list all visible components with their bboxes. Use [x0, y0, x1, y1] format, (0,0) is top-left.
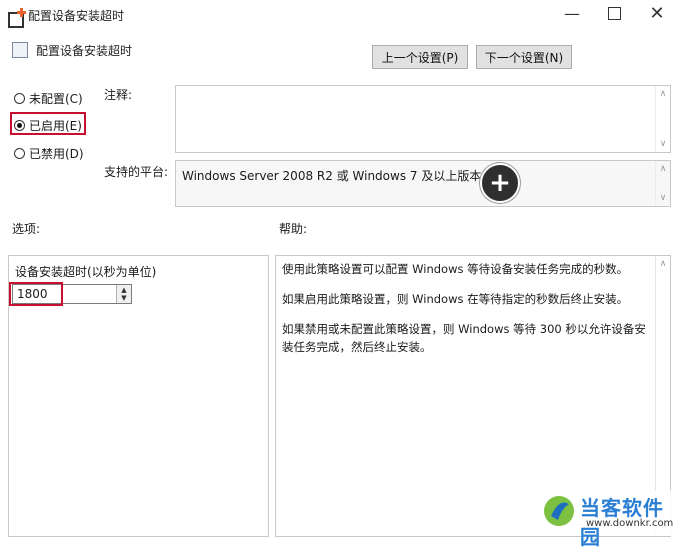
timeout-label: 设备安装超时(以秒为单位) — [15, 265, 157, 279]
radio-disabled[interactable]: 已禁用(D) — [14, 145, 84, 162]
comment-label: 注释: — [104, 88, 133, 102]
radio-button[interactable] — [14, 93, 25, 104]
scroll-up-icon[interactable]: ∧ — [660, 164, 667, 174]
policy-add-icon — [8, 8, 28, 28]
help-paragraph: 如果禁用或未配置此策略设置，则 Windows 等待 300 秒以允许设备安装任… — [282, 322, 646, 354]
minimize-icon[interactable]: — — [558, 2, 586, 24]
next-setting-button[interactable]: 下一个设置(N) — [476, 45, 572, 69]
help-paragraph: 使用此策略设置可以配置 Windows 等待设备安装任务完成的秒数。 — [282, 262, 629, 276]
radio-label: 未配置(C) — [29, 92, 83, 106]
platform-scrollbar[interactable]: ∧ ∨ — [655, 161, 670, 206]
scroll-down-icon[interactable]: ∨ — [660, 193, 667, 203]
policy-name: 配置设备安装超时 — [36, 44, 133, 58]
scroll-up-icon[interactable]: ∧ — [660, 89, 667, 99]
help-heading: 帮助: — [279, 222, 308, 236]
maximize-icon[interactable] — [600, 2, 628, 24]
platform-value: Windows Server 2008 R2 或 Windows 7 及以上版本 — [182, 169, 482, 183]
radio-enabled[interactable]: 已启用(E) — [14, 117, 82, 134]
policy-icon — [12, 42, 28, 58]
watermark-logo-icon — [544, 496, 574, 526]
radio-button[interactable] — [14, 148, 25, 159]
window-title: 配置设备安装超时 — [28, 9, 125, 23]
highlight-timeout — [9, 282, 63, 306]
radio-label: 已禁用(D) — [29, 147, 84, 161]
watermark: 当客软件园 www.downkr.com — [540, 490, 680, 549]
watermark-url: www.downkr.com — [586, 518, 674, 529]
comment-textarea[interactable]: ∧ ∨ — [175, 85, 671, 153]
radio-not-configured[interactable]: 未配置(C) — [14, 90, 83, 107]
platform-label: 支持的平台: — [104, 165, 169, 179]
spin-buttons[interactable]: ▲ ▼ — [116, 285, 131, 303]
options-heading: 选项: — [12, 222, 41, 236]
comment-scrollbar[interactable]: ∧ ∨ — [655, 86, 670, 152]
platform-box: Windows Server 2008 R2 或 Windows 7 及以上版本… — [175, 160, 671, 207]
scroll-up-icon[interactable]: ∧ — [660, 259, 667, 269]
add-circle-icon: + — [480, 163, 520, 203]
radio-button[interactable] — [14, 120, 25, 131]
scroll-down-icon[interactable]: ∨ — [660, 139, 667, 149]
prev-setting-button[interactable]: 上一个设置(P) — [372, 45, 468, 69]
radio-label: 已启用(E) — [29, 119, 82, 133]
spin-down-icon[interactable]: ▼ — [121, 294, 126, 302]
help-paragraph: 如果启用此策略设置，则 Windows 在等待指定的秒数后终止安装。 — [282, 292, 629, 306]
spin-up-icon[interactable]: ▲ — [121, 286, 126, 294]
close-icon[interactable]: ✕ — [643, 2, 671, 24]
